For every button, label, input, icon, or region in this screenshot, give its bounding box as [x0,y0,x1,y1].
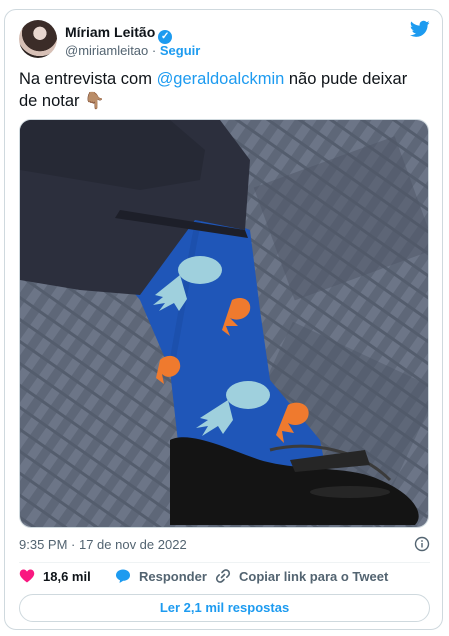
tweet-photo[interactable] [19,119,429,528]
tweet-text: Na entrevista com @geraldoalckmin não pu… [19,68,429,112]
read-replies-button[interactable]: Ler 2,1 mil respostas [19,594,430,622]
copy-link-label: Copiar link para o Tweet [239,568,389,584]
heart-icon [19,569,35,583]
handle-row: @miriamleitao · Seguir [65,43,200,58]
verified-badge-icon: ✓ [158,30,173,44]
mention-link[interactable]: @geraldoalckmin [157,70,285,88]
tweet-timestamp[interactable]: 9:35 PM · 17 de nov de 2022 [19,537,187,552]
reply-button[interactable]: Responder [115,568,207,584]
pointing-down-emoji: 👇🏽 [84,92,105,110]
like-button[interactable]: 18,6 mil [19,568,91,584]
copy-link-button[interactable]: Copiar link para o Tweet [215,568,388,584]
tweet-card: Míriam Leitão ✓ @miriamleitao · Seguir Na… [4,9,443,630]
avatar[interactable] [19,20,57,58]
author-handle[interactable]: @miriamleitao [65,43,148,58]
reply-bubble-icon [116,569,130,583]
link-icon [215,569,231,583]
tweet-header: Míriam Leitão ✓ @miriamleitao · Seguir [19,20,430,60]
tweet-actions: 18,6 mil Responder Copiar link para o Tw… [19,568,430,586]
socks-photo-illustration [20,120,428,527]
separator: · [151,43,157,58]
tweet-text-start: Na entrevista com [19,70,157,88]
author-name-row[interactable]: Míriam Leitão ✓ [65,24,173,44]
info-icon[interactable] [414,536,430,552]
likes-count: 18,6 mil [43,568,91,584]
author-name[interactable]: Míriam Leitão [65,24,155,40]
twitter-bird-icon[interactable] [410,20,430,38]
reply-label: Responder [139,568,207,584]
divider [19,562,430,563]
follow-button[interactable]: Seguir [160,43,200,58]
